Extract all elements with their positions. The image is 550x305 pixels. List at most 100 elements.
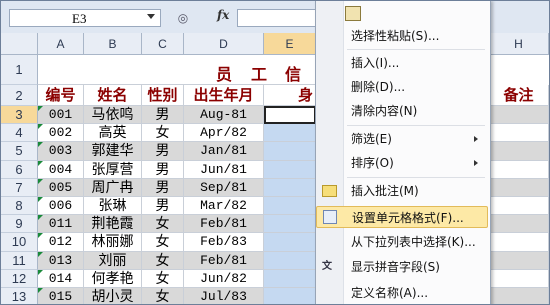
table-cell[interactable]: 014 — [38, 269, 84, 288]
row-header-13[interactable]: 13 — [1, 288, 38, 304]
table-cell[interactable] — [489, 215, 549, 234]
row-header-5[interactable]: 5 — [1, 142, 38, 161]
table-cell[interactable]: 003 — [38, 142, 84, 161]
header-cell-id-card[interactable]: 身 — [264, 85, 316, 106]
row-header-3[interactable]: 3 — [1, 106, 38, 125]
menu-item-insert[interactable]: 插入(I)... — [316, 52, 488, 74]
name-box[interactable]: E3 — [9, 9, 161, 27]
table-cell[interactable] — [489, 124, 549, 143]
table-cell[interactable]: 001 — [38, 106, 84, 125]
selected-cell[interactable] — [264, 106, 316, 125]
row-header-4[interactable]: 4 — [1, 124, 38, 143]
table-cell[interactable]: 男 — [142, 178, 184, 197]
selected-cell[interactable] — [264, 215, 316, 234]
menu-item-clear-contents[interactable]: 清除内容(N) — [316, 100, 488, 122]
selected-cell[interactable] — [264, 233, 316, 252]
row-header-1[interactable]: 1 — [1, 55, 38, 85]
selected-cell[interactable] — [264, 251, 316, 270]
table-cell[interactable]: 马依鸣 — [84, 106, 142, 125]
table-cell[interactable] — [489, 178, 549, 197]
table-cell[interactable]: Jul/83 — [184, 288, 264, 304]
table-cell[interactable] — [489, 288, 549, 304]
selected-cell[interactable] — [264, 142, 316, 161]
menu-item-show-phonetic[interactable]: 文 显示拼音字段(S) — [316, 256, 488, 278]
table-cell[interactable] — [489, 269, 549, 288]
table-cell[interactable]: 女 — [142, 215, 184, 234]
row-header-7[interactable]: 7 — [1, 178, 38, 197]
selected-cell[interactable] — [264, 178, 316, 197]
table-cell[interactable]: 女 — [142, 269, 184, 288]
header-cell-notes[interactable]: 备注 — [489, 85, 549, 106]
column-header-a[interactable]: A — [38, 33, 84, 55]
table-cell[interactable]: Jun/82 — [184, 269, 264, 288]
column-header-c[interactable]: C — [142, 33, 184, 55]
table-cell[interactable]: 011 — [38, 215, 84, 234]
table-cell[interactable]: Mar/82 — [184, 197, 264, 216]
header-cell-name[interactable]: 姓名 — [84, 85, 142, 106]
column-header-b[interactable]: B — [84, 33, 142, 55]
row-header-6[interactable]: 6 — [1, 160, 38, 179]
formula-input[interactable] — [237, 9, 317, 27]
menu-item-pick-from-list[interactable]: 从下拉列表中选择(K)... — [316, 231, 488, 253]
table-cell[interactable]: 男 — [142, 160, 184, 179]
row-header-2[interactable]: 2 — [1, 85, 38, 106]
table-cell[interactable]: Apr/82 — [184, 124, 264, 143]
row-header-10[interactable]: 10 — [1, 233, 38, 252]
table-cell[interactable]: Feb/83 — [184, 233, 264, 252]
table-cell[interactable]: 胡小灵 — [84, 288, 142, 304]
table-cell[interactable] — [489, 142, 549, 161]
resize-grip-icon[interactable]: ◎ — [171, 9, 195, 27]
row-header-11[interactable]: 11 — [1, 251, 38, 270]
selected-cell[interactable] — [264, 124, 316, 143]
table-cell[interactable]: 何孝艳 — [84, 269, 142, 288]
table-cell[interactable]: 女 — [142, 233, 184, 252]
header-cell-birth[interactable]: 出生年月 — [184, 85, 264, 106]
table-cell[interactable]: 郭建华 — [84, 142, 142, 161]
table-cell[interactable]: 005 — [38, 178, 84, 197]
menu-item-sort[interactable]: 排序(O) — [316, 152, 488, 174]
table-cell[interactable]: 张厚营 — [84, 160, 142, 179]
header-cell-id[interactable]: 编号 — [38, 85, 84, 106]
table-cell[interactable]: 女 — [142, 288, 184, 304]
column-header-d[interactable]: D — [184, 33, 264, 55]
table-cell[interactable]: 012 — [38, 233, 84, 252]
selected-cell[interactable] — [264, 160, 316, 179]
selected-cell[interactable] — [264, 288, 316, 304]
table-cell[interactable]: 006 — [38, 197, 84, 216]
row-header-12[interactable]: 12 — [1, 269, 38, 288]
table-cell[interactable]: Aug-81 — [184, 106, 264, 125]
table-cell[interactable]: Sep/81 — [184, 178, 264, 197]
table-cell[interactable]: 周广冉 — [84, 178, 142, 197]
table-cell[interactable]: 男 — [142, 106, 184, 125]
table-cell[interactable]: 男 — [142, 197, 184, 216]
select-all-corner[interactable] — [1, 33, 38, 55]
table-cell[interactable]: 女 — [142, 124, 184, 143]
table-cell[interactable]: 林丽娜 — [84, 233, 142, 252]
table-cell[interactable]: 013 — [38, 251, 84, 270]
table-cell[interactable]: Jun/81 — [184, 160, 264, 179]
title-row[interactable] — [38, 55, 316, 85]
table-cell[interactable]: 002 — [38, 124, 84, 143]
column-header-e[interactable]: E — [264, 33, 316, 55]
selected-cell[interactable] — [264, 197, 316, 216]
menu-item-define-name[interactable]: 定义名称(A)... — [316, 282, 488, 304]
table-cell[interactable] — [489, 106, 549, 125]
table-cell[interactable]: 015 — [38, 288, 84, 304]
row-header-8[interactable]: 8 — [1, 197, 38, 216]
column-header-h[interactable]: H — [489, 33, 549, 55]
row-header-9[interactable]: 9 — [1, 215, 38, 234]
table-cell[interactable] — [489, 251, 549, 270]
insert-function-icon[interactable]: fx — [217, 8, 229, 22]
menu-item-paste-special[interactable]: 选择性粘贴(S)... — [316, 25, 488, 47]
table-cell[interactable]: 刘丽 — [84, 251, 142, 270]
selected-cell[interactable] — [264, 269, 316, 288]
chevron-down-icon[interactable] — [147, 14, 155, 19]
table-cell[interactable]: Feb/81 — [184, 251, 264, 270]
header-cell-gender[interactable]: 性别 — [142, 85, 184, 106]
table-cell[interactable]: 004 — [38, 160, 84, 179]
table-cell[interactable]: 荆艳霞 — [84, 215, 142, 234]
menu-item-filter[interactable]: 筛选(E) — [316, 128, 488, 150]
table-cell[interactable] — [489, 197, 549, 216]
menu-item-format-cells[interactable]: 设置单元格格式(F)... — [316, 206, 488, 228]
table-cell[interactable]: 高英 — [84, 124, 142, 143]
